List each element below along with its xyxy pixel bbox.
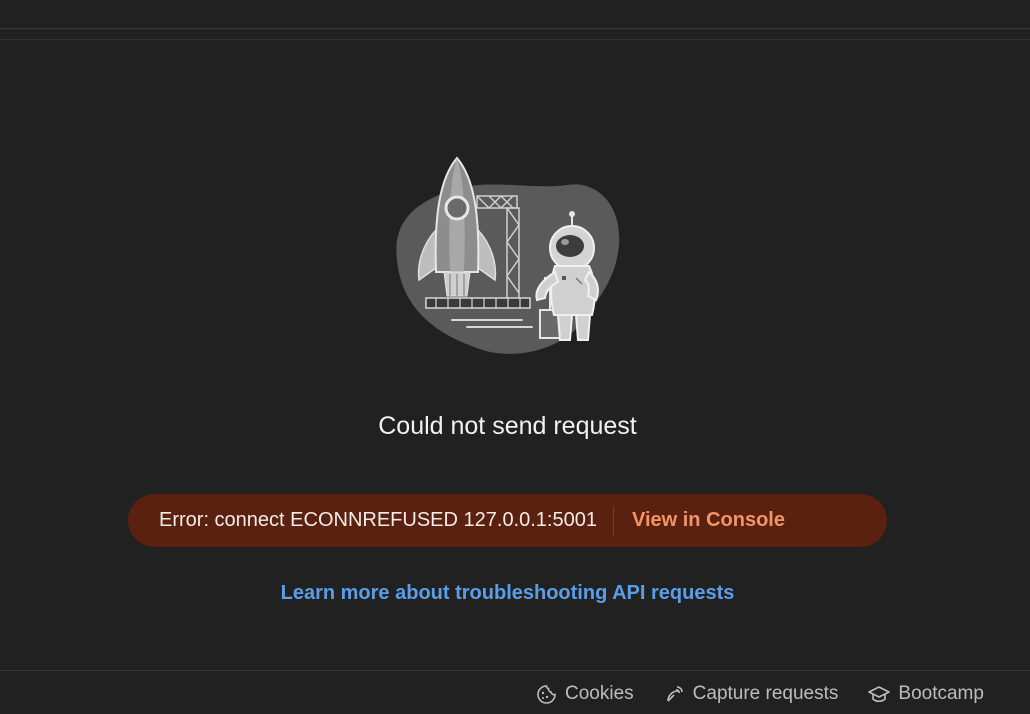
view-in-console-button[interactable]: View in Console (632, 509, 785, 532)
cookies-label: Cookies (565, 683, 634, 704)
top-divider-secondary (0, 39, 1030, 40)
footer-divider (0, 670, 1030, 671)
error-banner: Error: connect ECONNREFUSED 127.0.0.1:50… (128, 494, 887, 547)
capture-requests-button[interactable]: Capture requests (664, 683, 839, 705)
top-divider (0, 28, 1030, 29)
capture-requests-label: Capture requests (692, 683, 839, 704)
rocket-astronaut-illustration (396, 156, 620, 354)
bootcamp-button[interactable]: Bootcamp (868, 683, 984, 705)
bootcamp-label: Bootcamp (898, 683, 984, 704)
status-bar: Cookies Capture requests Bootcamp (536, 680, 1014, 708)
satellite-icon (666, 685, 683, 702)
graduation-cap-icon (868, 685, 891, 702)
banner-divider (612, 505, 614, 536)
response-pane: Could not send request Error: connect EC… (0, 0, 1030, 714)
troubleshooting-link[interactable]: Learn more about troubleshooting API req… (0, 582, 1015, 605)
cookie-icon (537, 684, 556, 704)
cookies-button[interactable]: Cookies (536, 683, 634, 705)
error-message: Error: connect ECONNREFUSED 127.0.0.1:50… (159, 509, 597, 531)
error-headline: Could not send request (378, 412, 637, 440)
